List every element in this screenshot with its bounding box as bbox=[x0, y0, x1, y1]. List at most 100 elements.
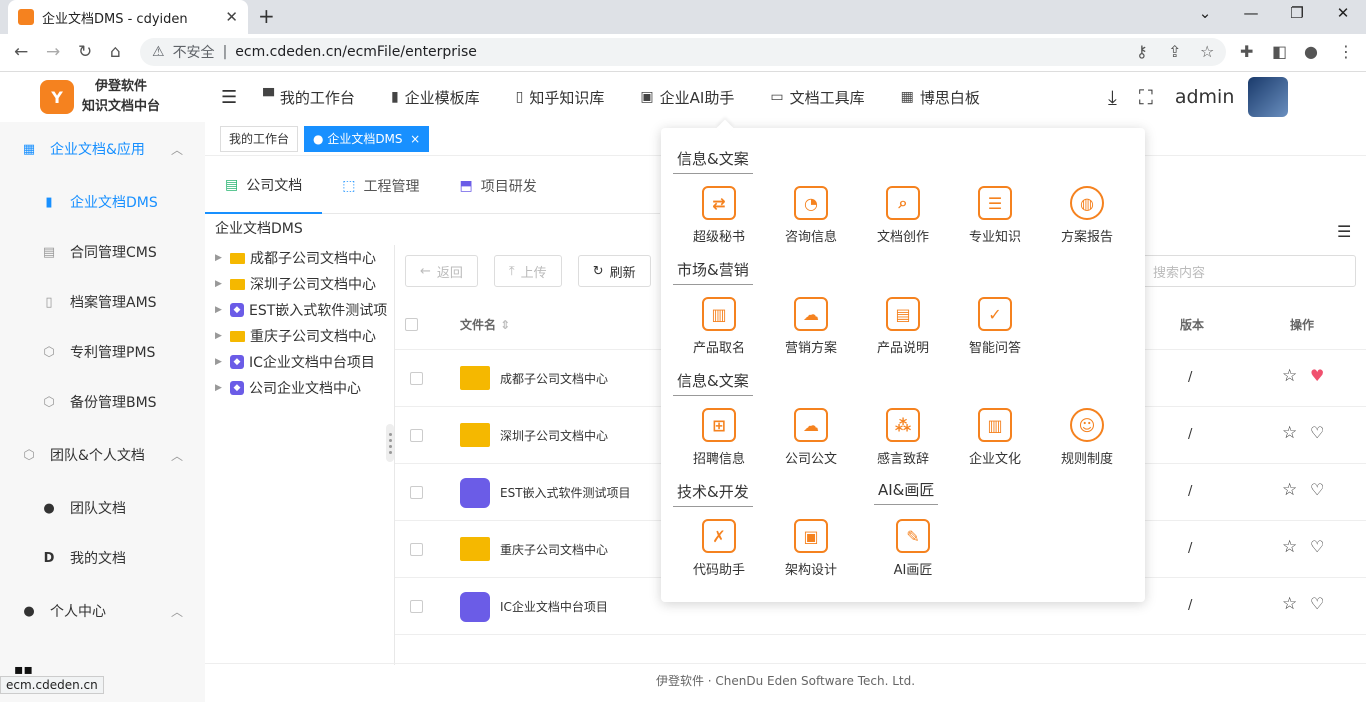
tab-company-docs[interactable]: ▤ 公司文档 bbox=[205, 158, 323, 214]
star-icon[interactable]: ☆ bbox=[1282, 480, 1297, 500]
menu-item-naming[interactable]: ▥ 产品取名 bbox=[684, 297, 754, 356]
home-icon[interactable]: ⌂ bbox=[110, 42, 121, 62]
collapse-menu-icon[interactable]: ☰ bbox=[221, 87, 237, 108]
file-name[interactable]: IC企业文档中台项目 bbox=[500, 598, 608, 615]
menu-item-official-doc[interactable]: ☁ 公司公文 bbox=[776, 408, 846, 467]
tag-workbench[interactable]: 我的工作台 bbox=[220, 125, 299, 152]
menu-item-product-desc[interactable]: ▤ 产品说明 bbox=[868, 297, 938, 356]
sidebar-item-bms[interactable]: ⬡ 备份管理BMS bbox=[0, 377, 205, 427]
close-tab-icon[interactable]: ✕ bbox=[225, 8, 238, 26]
sidebar-group-team[interactable]: ⬡ 团队&个人文档 ︿ bbox=[0, 430, 205, 480]
heart-icon[interactable]: ♡ bbox=[1310, 423, 1324, 442]
new-tab-button[interactable]: + bbox=[258, 4, 275, 28]
sidepanel-icon[interactable]: ◧ bbox=[1272, 42, 1287, 61]
menu-item-report[interactable]: ◍ 方案报告 bbox=[1052, 186, 1122, 245]
menu-item-ai-painter[interactable]: ✎ AI画匠 bbox=[878, 519, 948, 578]
tree-node[interactable]: ▶ ◆ 公司企业文档中心 bbox=[205, 375, 395, 401]
back-arrow-icon[interactable]: ← bbox=[14, 42, 28, 62]
file-name[interactable]: 深圳子公司文档中心 bbox=[500, 427, 608, 444]
upload-button[interactable]: ⤒ 上传 bbox=[493, 255, 562, 287]
security-label: 不安全 bbox=[172, 45, 215, 61]
sidebar-item-ams[interactable]: ▯ 档案管理AMS bbox=[0, 277, 205, 327]
row-checkbox[interactable] bbox=[410, 486, 423, 499]
tree-node[interactable]: ▶ ◆ IC企业文档中台项目 bbox=[205, 349, 395, 375]
key-icon[interactable]: ⚷ bbox=[1136, 42, 1148, 61]
menu-item-architecture[interactable]: ▣ 架构设计 bbox=[776, 519, 846, 578]
file-name[interactable]: 成都子公司文档中心 bbox=[500, 370, 608, 387]
row-checkbox[interactable] bbox=[410, 543, 423, 556]
menu-item-speech[interactable]: ⁂ 感言致辞 bbox=[868, 408, 938, 467]
tab-engineering[interactable]: ⬚ 工程管理 bbox=[322, 158, 439, 214]
file-name[interactable]: EST嵌入式软件测试项目 bbox=[500, 484, 631, 501]
tree-node[interactable]: ▶ 成都子公司文档中心 bbox=[205, 245, 395, 271]
menu-item-recruit[interactable]: ⊞ 招聘信息 bbox=[684, 408, 754, 467]
nav-whiteboard[interactable]: ▦ 博思白板 bbox=[901, 87, 980, 108]
menu-item-code[interactable]: ✗ 代码助手 bbox=[684, 519, 754, 578]
user-name[interactable]: admin bbox=[1175, 86, 1235, 108]
row-checkbox[interactable] bbox=[410, 429, 423, 442]
heart-icon[interactable]: ♡ bbox=[1310, 537, 1324, 556]
profile-icon[interactable]: ● bbox=[1304, 42, 1318, 61]
close-icon[interactable]: × bbox=[403, 132, 420, 146]
share-icon[interactable]: ⇪ bbox=[1168, 42, 1181, 61]
menu-dots-icon[interactable]: ⋮ bbox=[1338, 42, 1354, 61]
col-name[interactable]: 文件名 ⇕ bbox=[460, 316, 510, 333]
menu-item-consult[interactable]: ◔ 咨询信息 bbox=[776, 186, 846, 245]
reload-icon[interactable]: ↻ bbox=[78, 42, 92, 62]
forward-arrow-icon[interactable]: → bbox=[46, 42, 60, 62]
url-field[interactable]: ⚠ 不安全 | ecm.cdeden.cn/ecmFile/enterprise bbox=[140, 38, 1226, 66]
star-icon[interactable]: ☆ bbox=[1282, 537, 1297, 557]
tree-node[interactable]: ▶ 深圳子公司文档中心 bbox=[205, 271, 395, 297]
menu-item-super-secretary[interactable]: ⇄ 超级秘书 bbox=[684, 186, 754, 245]
warning-icon: ⚠ bbox=[152, 44, 165, 60]
nav-templates[interactable]: ▮ 企业模板库 bbox=[391, 87, 480, 108]
sidebar-item-team-docs[interactable]: ● 团队文档 bbox=[0, 483, 205, 533]
tree-node[interactable]: ▶ 重庆子公司文档中心 bbox=[205, 323, 395, 349]
sidebar-group-enterprise[interactable]: ▦ 企业文档&应用 ︿ bbox=[0, 124, 205, 174]
menu-item-doc-create[interactable]: ⌕ 文档创作 bbox=[868, 186, 938, 245]
tab-rnd[interactable]: ⬒ 项目研发 bbox=[439, 158, 556, 214]
list-view-icon[interactable]: ☰ bbox=[1337, 222, 1351, 241]
avatar[interactable] bbox=[1248, 77, 1289, 117]
tree-node[interactable]: ▶ ◆ EST嵌入式软件测试项 bbox=[205, 297, 395, 323]
menu-item-rules[interactable]: ☺ 规则制度 bbox=[1052, 408, 1122, 467]
sidebar-item-cms[interactable]: ▤ 合同管理CMS bbox=[0, 227, 205, 277]
fullscreen-icon[interactable]: ⛶ bbox=[1139, 85, 1153, 109]
back-button[interactable]: ← 返回 bbox=[405, 255, 478, 287]
star-icon[interactable]: ☆ bbox=[1282, 366, 1297, 386]
chevron-up-icon: ︿ bbox=[170, 604, 183, 619]
star-icon[interactable]: ☆ bbox=[1282, 423, 1297, 443]
close-window-button[interactable]: ✕ bbox=[1320, 4, 1366, 30]
sidebar-group-personal[interactable]: ● 个人中心 ︿ bbox=[0, 586, 205, 636]
browser-tab[interactable]: 企业文档DMS - cdyiden ✕ bbox=[8, 0, 248, 34]
sidebar-item-dms[interactable]: ▮ 企业文档DMS bbox=[0, 177, 205, 227]
menu-item-culture[interactable]: ▥ 企业文化 bbox=[960, 408, 1030, 467]
heart-icon[interactable]: ♡ bbox=[1310, 594, 1324, 613]
nav-workbench[interactable]: ▀ 我的工作台 bbox=[263, 87, 355, 108]
menu-item-qa[interactable]: ✓ 智能问答 bbox=[960, 297, 1030, 356]
menu-item-knowledge[interactable]: ☰ 专业知识 bbox=[960, 186, 1030, 245]
minimize-button[interactable]: ⌄ bbox=[1182, 4, 1228, 30]
sidebar-item-pms[interactable]: ⬡ 专利管理PMS bbox=[0, 327, 205, 377]
sidebar-item-my-docs[interactable]: D 我的文档 bbox=[0, 533, 205, 583]
tag-dms[interactable]: ● 企业文档DMS × bbox=[304, 125, 430, 152]
minimize-window-button[interactable]: — bbox=[1228, 4, 1274, 30]
search-input[interactable]: 搜索内容 bbox=[1140, 255, 1356, 287]
select-all-checkbox[interactable] bbox=[405, 318, 418, 331]
nav-doc-tools[interactable]: ▭ 文档工具库 bbox=[770, 87, 864, 108]
file-name[interactable]: 重庆子公司文档中心 bbox=[500, 541, 608, 558]
refresh-button[interactable]: ↻ 刷新 bbox=[577, 255, 651, 287]
maximize-button[interactable]: ❐ bbox=[1274, 4, 1320, 30]
row-checkbox[interactable] bbox=[410, 372, 423, 385]
download-icon[interactable]: ⤓ bbox=[1108, 85, 1117, 109]
nav-ai-assistant[interactable]: ▣ 企业AI助手 bbox=[640, 87, 734, 108]
star-icon[interactable]: ☆ bbox=[1282, 594, 1297, 614]
menu-item-marketing[interactable]: ☁ 营销方案 bbox=[776, 297, 846, 356]
extensions-icon[interactable]: ✚ bbox=[1240, 42, 1253, 61]
nav-knowledge[interactable]: ▯ 知乎知识库 bbox=[516, 87, 605, 108]
heart-icon[interactable]: ♡ bbox=[1310, 480, 1324, 499]
resize-handle[interactable] bbox=[386, 424, 394, 462]
row-checkbox[interactable] bbox=[410, 600, 423, 613]
bookmark-star-icon[interactable]: ☆ bbox=[1200, 42, 1214, 61]
heart-filled-icon[interactable]: ♥ bbox=[1310, 366, 1324, 385]
